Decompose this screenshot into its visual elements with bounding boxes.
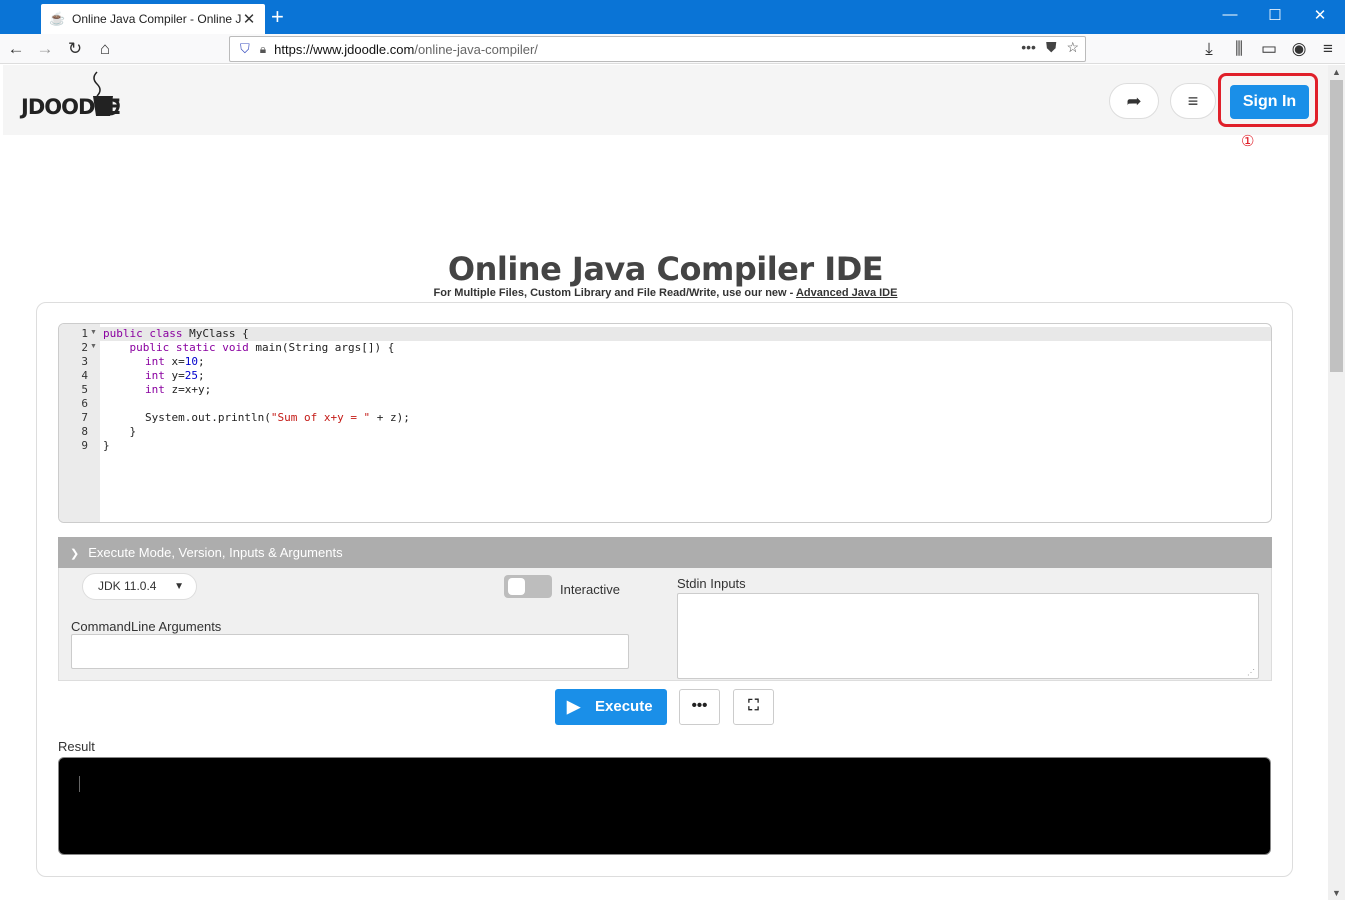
page-actions-icon[interactable]: •••	[1021, 39, 1036, 56]
browser-tab[interactable]: ☕ Online Java Compiler - Online J ✕	[41, 4, 265, 34]
code-line: System.out.println("Sum of x+y = " + z);	[145, 411, 410, 424]
code-line: public class MyClass {	[103, 327, 249, 340]
url-bar[interactable]: ⛉ 🔒︎ https://www.jdoodle.com/online-java…	[229, 36, 1086, 62]
fold-icon[interactable]: ▼	[90, 343, 97, 350]
line-number: 2	[81, 341, 88, 354]
sidebar-icon[interactable]: ▭	[1258, 38, 1280, 60]
subtitle-text: For Multiple Files, Custom Library and F…	[433, 287, 796, 299]
line-number: 9	[81, 439, 88, 452]
chevron-down-icon: ❯	[70, 548, 80, 560]
line-number: 1	[81, 327, 88, 340]
line-number: 4	[81, 369, 88, 382]
text-cursor	[79, 776, 80, 792]
scroll-down-icon[interactable]: ▼	[1328, 888, 1345, 898]
fold-icon[interactable]: ▼	[90, 329, 97, 336]
new-tab-button[interactable]: +	[271, 6, 284, 28]
close-tab-icon[interactable]: ✕	[241, 10, 257, 28]
editor-gutter: 1 ▼ 2 ▼ 3 4 5 6 7 8 9	[59, 324, 100, 522]
share-arrow-icon: ➦	[1126, 91, 1142, 111]
code-line: public static void main(String args[]) {	[129, 341, 395, 354]
interactive-label: Interactive	[560, 582, 620, 597]
share-button[interactable]: ➦	[1109, 83, 1159, 119]
page-content: JDOODLE ➦ ≡ Sign In ① Online Java Compil…	[3, 65, 1328, 900]
page-scrollbar[interactable]: ▲ ▼	[1328, 65, 1345, 900]
fullscreen-button[interactable]: ⛶	[733, 689, 774, 725]
code-line: }	[103, 439, 110, 452]
cmd-args-label: CommandLine Arguments	[71, 619, 222, 634]
site-header: JDOODLE ➦ ≡ Sign In	[3, 65, 1328, 135]
account-icon[interactable]: ◉	[1288, 38, 1310, 60]
advanced-ide-link[interactable]: Advanced Java IDE	[796, 287, 898, 299]
options-panel-toggle[interactable]: ❯ Execute Mode, Version, Inputs & Argumen…	[58, 537, 1272, 568]
browser-menu-icon[interactable]: ≡	[1317, 38, 1339, 60]
code-line: int y=25;	[145, 369, 205, 382]
tab-title: Online Java Compiler - Online J	[72, 12, 241, 26]
menu-button[interactable]: ≡	[1170, 83, 1216, 119]
sign-in-button[interactable]: Sign In	[1230, 85, 1309, 119]
resize-grip-icon[interactable]: ⋰	[1247, 668, 1255, 677]
code-line: }	[103, 425, 137, 438]
execute-button[interactable]: ▶ Execute	[555, 689, 667, 725]
hamburger-menu-icon: ≡	[1187, 91, 1199, 111]
code-editor[interactable]: 1 ▼ 2 ▼ 3 4 5 6 7 8 9 public class MyClass…	[58, 323, 1272, 523]
result-output[interactable]	[58, 757, 1271, 855]
play-icon: ▶	[567, 697, 581, 716]
interactive-toggle[interactable]	[504, 575, 552, 598]
browser-navbar: ← → ↻ ⌂ ⛉ 🔒︎ https://www.jdoodle.com/onl…	[0, 34, 1345, 64]
page-title: Online Java Compiler IDE	[447, 250, 884, 288]
chevron-down-icon: ▼	[174, 581, 184, 592]
page-subtitle: For Multiple Files, Custom Library and F…	[3, 287, 1328, 299]
line-number: 8	[81, 425, 88, 438]
compiler-card: 1 ▼ 2 ▼ 3 4 5 6 7 8 9 public class MyClass…	[36, 302, 1293, 877]
library-icon[interactable]: ⫼	[1228, 38, 1250, 60]
close-window-button[interactable]: ✕	[1310, 6, 1330, 24]
code-line: int x=10;	[145, 355, 205, 368]
options-panel: JDK 11.0.4 ▼ Interactive CommandLine Arg…	[58, 568, 1272, 681]
annotation-marker: ①	[1241, 133, 1255, 150]
line-number: 5	[81, 383, 88, 396]
maximize-button[interactable]: ☐	[1265, 6, 1285, 24]
code-line: int z=x+y;	[145, 383, 212, 396]
jdoodle-logo[interactable]: JDOODLE	[17, 68, 127, 128]
bookmark-star-icon[interactable]: ☆	[1066, 39, 1079, 56]
execute-label: Execute	[595, 698, 653, 715]
pocket-icon[interactable]: ⛊	[1046, 39, 1057, 56]
home-icon[interactable]: ⌂	[94, 38, 116, 60]
url-text[interactable]: https://www.jdoodle.com/online-java-comp…	[274, 42, 538, 57]
toggle-knob	[508, 578, 525, 595]
jdk-version-value: JDK 11.0.4	[98, 579, 157, 593]
reload-icon[interactable]: ↻	[64, 38, 86, 60]
forward-icon[interactable]: →	[34, 38, 56, 60]
logo-text: JDOODLE	[21, 95, 121, 119]
line-number: 6	[81, 397, 88, 410]
result-label: Result	[58, 739, 95, 754]
browser-titlebar: ☕ Online Java Compiler - Online J ✕ + — …	[0, 0, 1345, 34]
stdin-label: Stdin Inputs	[677, 576, 746, 591]
tracking-shield-icon[interactable]: ⛉	[240, 41, 250, 57]
scroll-thumb[interactable]	[1330, 80, 1343, 372]
lock-icon[interactable]: 🔒︎	[260, 42, 266, 57]
downloads-icon[interactable]: ⤓	[1198, 38, 1220, 60]
line-number: 3	[81, 355, 88, 368]
options-panel-title: Execute Mode, Version, Inputs & Argument…	[88, 545, 343, 560]
line-number: 7	[81, 411, 88, 424]
jdk-version-select[interactable]: JDK 11.0.4 ▼	[82, 573, 197, 600]
stdin-textarea[interactable]: ⋰	[677, 593, 1259, 679]
coffee-cup-icon: ☕	[49, 11, 66, 26]
fullscreen-icon: ⛶	[748, 697, 759, 714]
scroll-up-icon[interactable]: ▲	[1328, 67, 1345, 77]
minimize-button[interactable]: —	[1220, 6, 1240, 23]
back-icon[interactable]: ←	[5, 38, 27, 60]
more-options-button[interactable]: •••	[679, 689, 720, 725]
cmd-args-input[interactable]	[71, 634, 629, 669]
